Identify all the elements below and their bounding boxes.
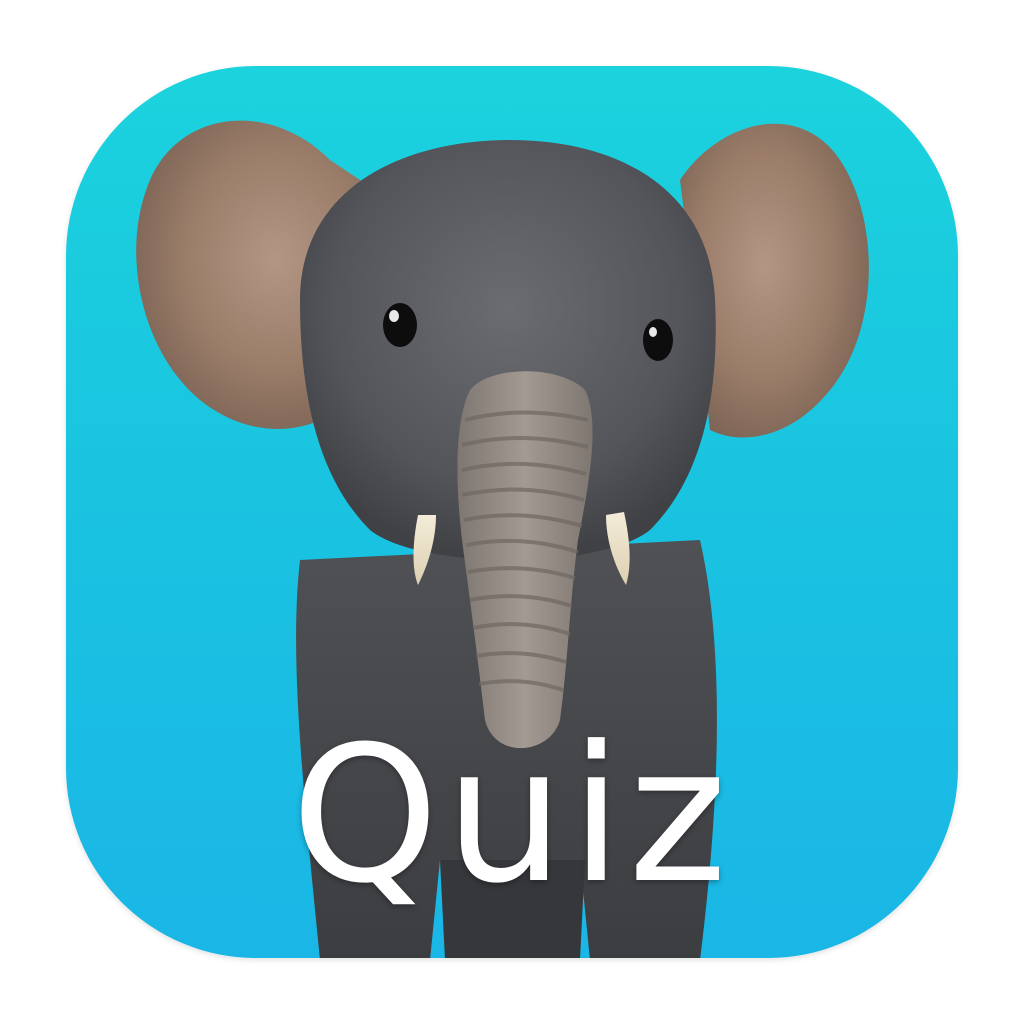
elephant-left-eye [383, 303, 417, 347]
quiz-label: Quiz [290, 706, 734, 925]
elephant-right-eye [643, 319, 673, 361]
app-icon-canvas: Quiz [0, 0, 1024, 1024]
